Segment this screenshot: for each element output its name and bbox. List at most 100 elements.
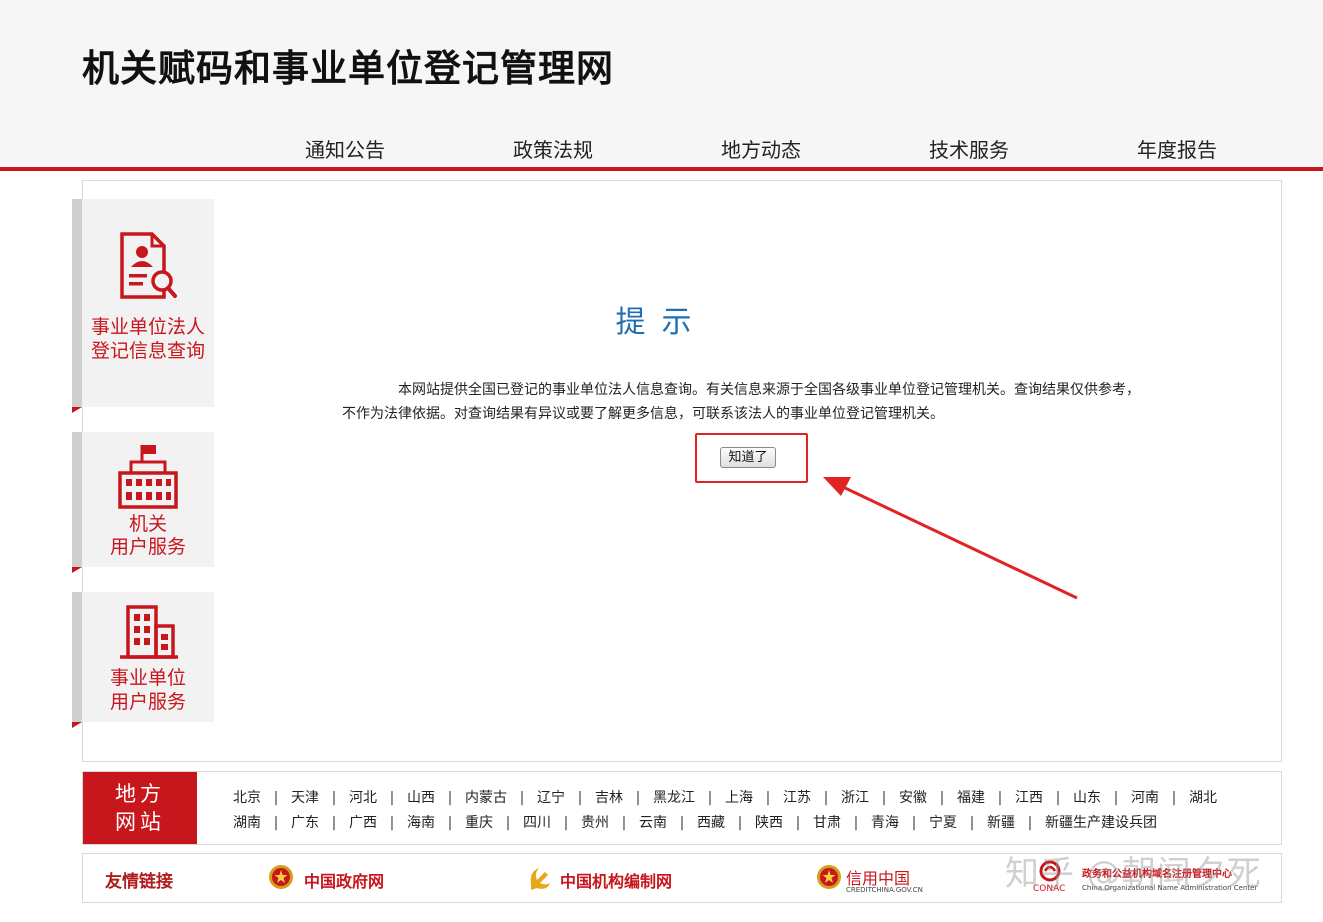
separator: | [273,815,279,831]
local-sites-row: 北京 | 天津 | 河北 | 山西 | 内蒙古 | 辽宁 | 吉林 | 黑龙江 | 上海 | 江苏 | 浙江 | 安徽 | 福建… [233,787,1217,807]
separator: | [1055,790,1061,806]
local-site-link[interactable]: 湖南 [233,815,261,831]
local-site-link[interactable]: 西藏 [697,815,725,831]
main-panel [82,180,1282,762]
sidebar-item-label: 用户服务 [109,536,186,558]
notice-title: 提示 [615,305,708,340]
separator: | [679,815,685,831]
separator: | [823,790,829,806]
separator: | [969,815,975,831]
site-header: 机关赋码和事业单位登记管理网 通知公告 政策法规 地方动态 技术服务 年度报告 [0,0,1323,171]
separator: | [563,815,569,831]
separator: | [635,790,641,806]
nav-item-local-news[interactable]: 地方动态 [721,134,801,163]
local-site-link[interactable]: 黑龙江 [653,790,695,806]
friend-link-creditchina[interactable]: 信用中国 CREDITCHINA.GOV.CN [816,854,966,902]
local-sites-heading: 地方 网站 [83,772,197,844]
local-site-link[interactable]: 上海 [725,790,753,806]
party-emblem-icon [530,868,550,890]
friend-link-name: 中国政府网 [304,872,385,891]
local-site-link[interactable]: 北京 [233,790,261,806]
nav-item-policies[interactable]: 政策法规 [513,134,593,163]
separator: | [795,815,801,831]
separator: | [997,790,1003,806]
local-site-link[interactable]: 贵州 [581,815,609,831]
notice-text: 本网站提供全国已登记的事业单位法人信息查询。有关信息来源于全国各级事业单位登记管… [342,378,1162,426]
local-site-link[interactable]: 广东 [291,815,319,831]
local-sites-row: 湖南 | 广东 | 广西 | 海南 | 重庆 | 四川 | 贵州 | 云南 | 西藏 | 陕西 | 甘肃 | 青海 | 宁夏 | 新… [233,812,1157,832]
separator: | [331,815,337,831]
local-site-link[interactable]: 宁夏 [929,815,957,831]
separator: | [1027,815,1033,831]
local-site-link[interactable]: 福建 [957,790,985,806]
sidebar-item-label: 用户服务 [109,691,186,713]
site-title[interactable]: 机关赋码和事业单位登记管理网 [82,38,614,92]
separator: | [447,815,453,831]
local-site-link[interactable]: 山西 [407,790,435,806]
person-document-search-icon [120,232,177,299]
sidebar-item-institution-user-service[interactable]: 事业单位 用户服务 [72,592,214,728]
local-site-link[interactable]: 海南 [407,815,435,831]
friend-link-name: 中国机构编制网 [560,872,673,891]
local-site-link[interactable]: 浙江 [841,790,869,806]
separator: | [707,790,713,806]
nav-item-notices[interactable]: 通知公告 [305,134,385,163]
nav-item-tech-services[interactable]: 技术服务 [929,134,1009,163]
acknowledge-button[interactable]: 知道了 [720,447,776,468]
friend-link-subtitle: CREDITCHINA.GOV.CN [846,886,923,894]
local-site-link[interactable]: 新疆生产建设兵团 [1045,815,1157,831]
national-emblem-icon [269,865,293,889]
local-site-link[interactable]: 青海 [871,815,899,831]
local-site-link[interactable]: 内蒙古 [465,790,507,806]
separator: | [881,790,887,806]
notice-line-2: 不作为法律依据。对查询结果有异议或要了解更多信息，可联系该法人的事业单位登记管理… [342,406,944,422]
local-site-link[interactable]: 江苏 [783,790,811,806]
local-site-link[interactable]: 山东 [1073,790,1101,806]
local-sites-panel: 地方 网站 北京 | 天津 | 河北 | 山西 | 内蒙古 | 辽宁 | 吉林 | 黑龙江 | 上海 | 江苏 | 浙江… [82,771,1282,845]
separator: | [737,815,743,831]
sidebar-item-label: 事业单位 [109,667,186,689]
sidebar-item-label: 登记信息查询 [90,340,205,362]
friend-link-gov-cn[interactable]: 中国政府网 [268,854,418,902]
separator: | [273,790,279,806]
local-site-link[interactable]: 云南 [639,815,667,831]
main-nav: 通知公告 政策法规 地方动态 技术服务 年度报告 [0,134,1323,164]
sidebar-item-government-user-service[interactable]: 机关 用户服务 [72,432,214,573]
separator: | [1113,790,1119,806]
separator: | [389,815,395,831]
friend-links-label: 友情链接 [105,872,173,892]
separator: | [505,815,511,831]
office-building-icon [120,605,178,659]
local-site-link[interactable]: 四川 [523,815,551,831]
separator: | [331,790,337,806]
national-emblem-icon [817,865,841,889]
local-site-link[interactable]: 河北 [349,790,377,806]
local-site-link[interactable]: 天津 [291,790,319,806]
government-building-icon [118,445,178,509]
local-site-link[interactable]: 江西 [1015,790,1043,806]
separator: | [621,815,627,831]
notice-line-1: 本网站提供全国已登记的事业单位法人信息查询。有关信息来源于全国各级事业单位登记管… [398,382,1140,398]
separator: | [765,790,771,806]
watermark: 知乎 @朝闻夕死 [1005,854,1262,894]
nav-item-annual-reports[interactable]: 年度报告 [1137,134,1217,163]
local-sites-heading-line: 地方 [115,782,165,806]
separator: | [519,790,525,806]
separator: | [853,815,859,831]
local-site-link[interactable]: 陕西 [755,815,783,831]
local-site-link[interactable]: 河南 [1131,790,1159,806]
local-site-link[interactable]: 甘肃 [813,815,841,831]
local-site-link[interactable]: 辽宁 [537,790,565,806]
separator: | [577,790,583,806]
separator: | [939,790,945,806]
local-site-link[interactable]: 新疆 [987,815,1015,831]
separator: | [447,790,453,806]
separator: | [389,790,395,806]
separator: | [911,815,917,831]
local-site-link[interactable]: 安徽 [899,790,927,806]
friend-link-scopsr[interactable]: 中国机构编制网 [525,854,695,902]
local-site-link[interactable]: 湖北 [1189,790,1217,806]
local-site-link[interactable]: 广西 [349,815,377,831]
local-site-link[interactable]: 重庆 [465,815,493,831]
local-site-link[interactable]: 吉林 [595,790,623,806]
